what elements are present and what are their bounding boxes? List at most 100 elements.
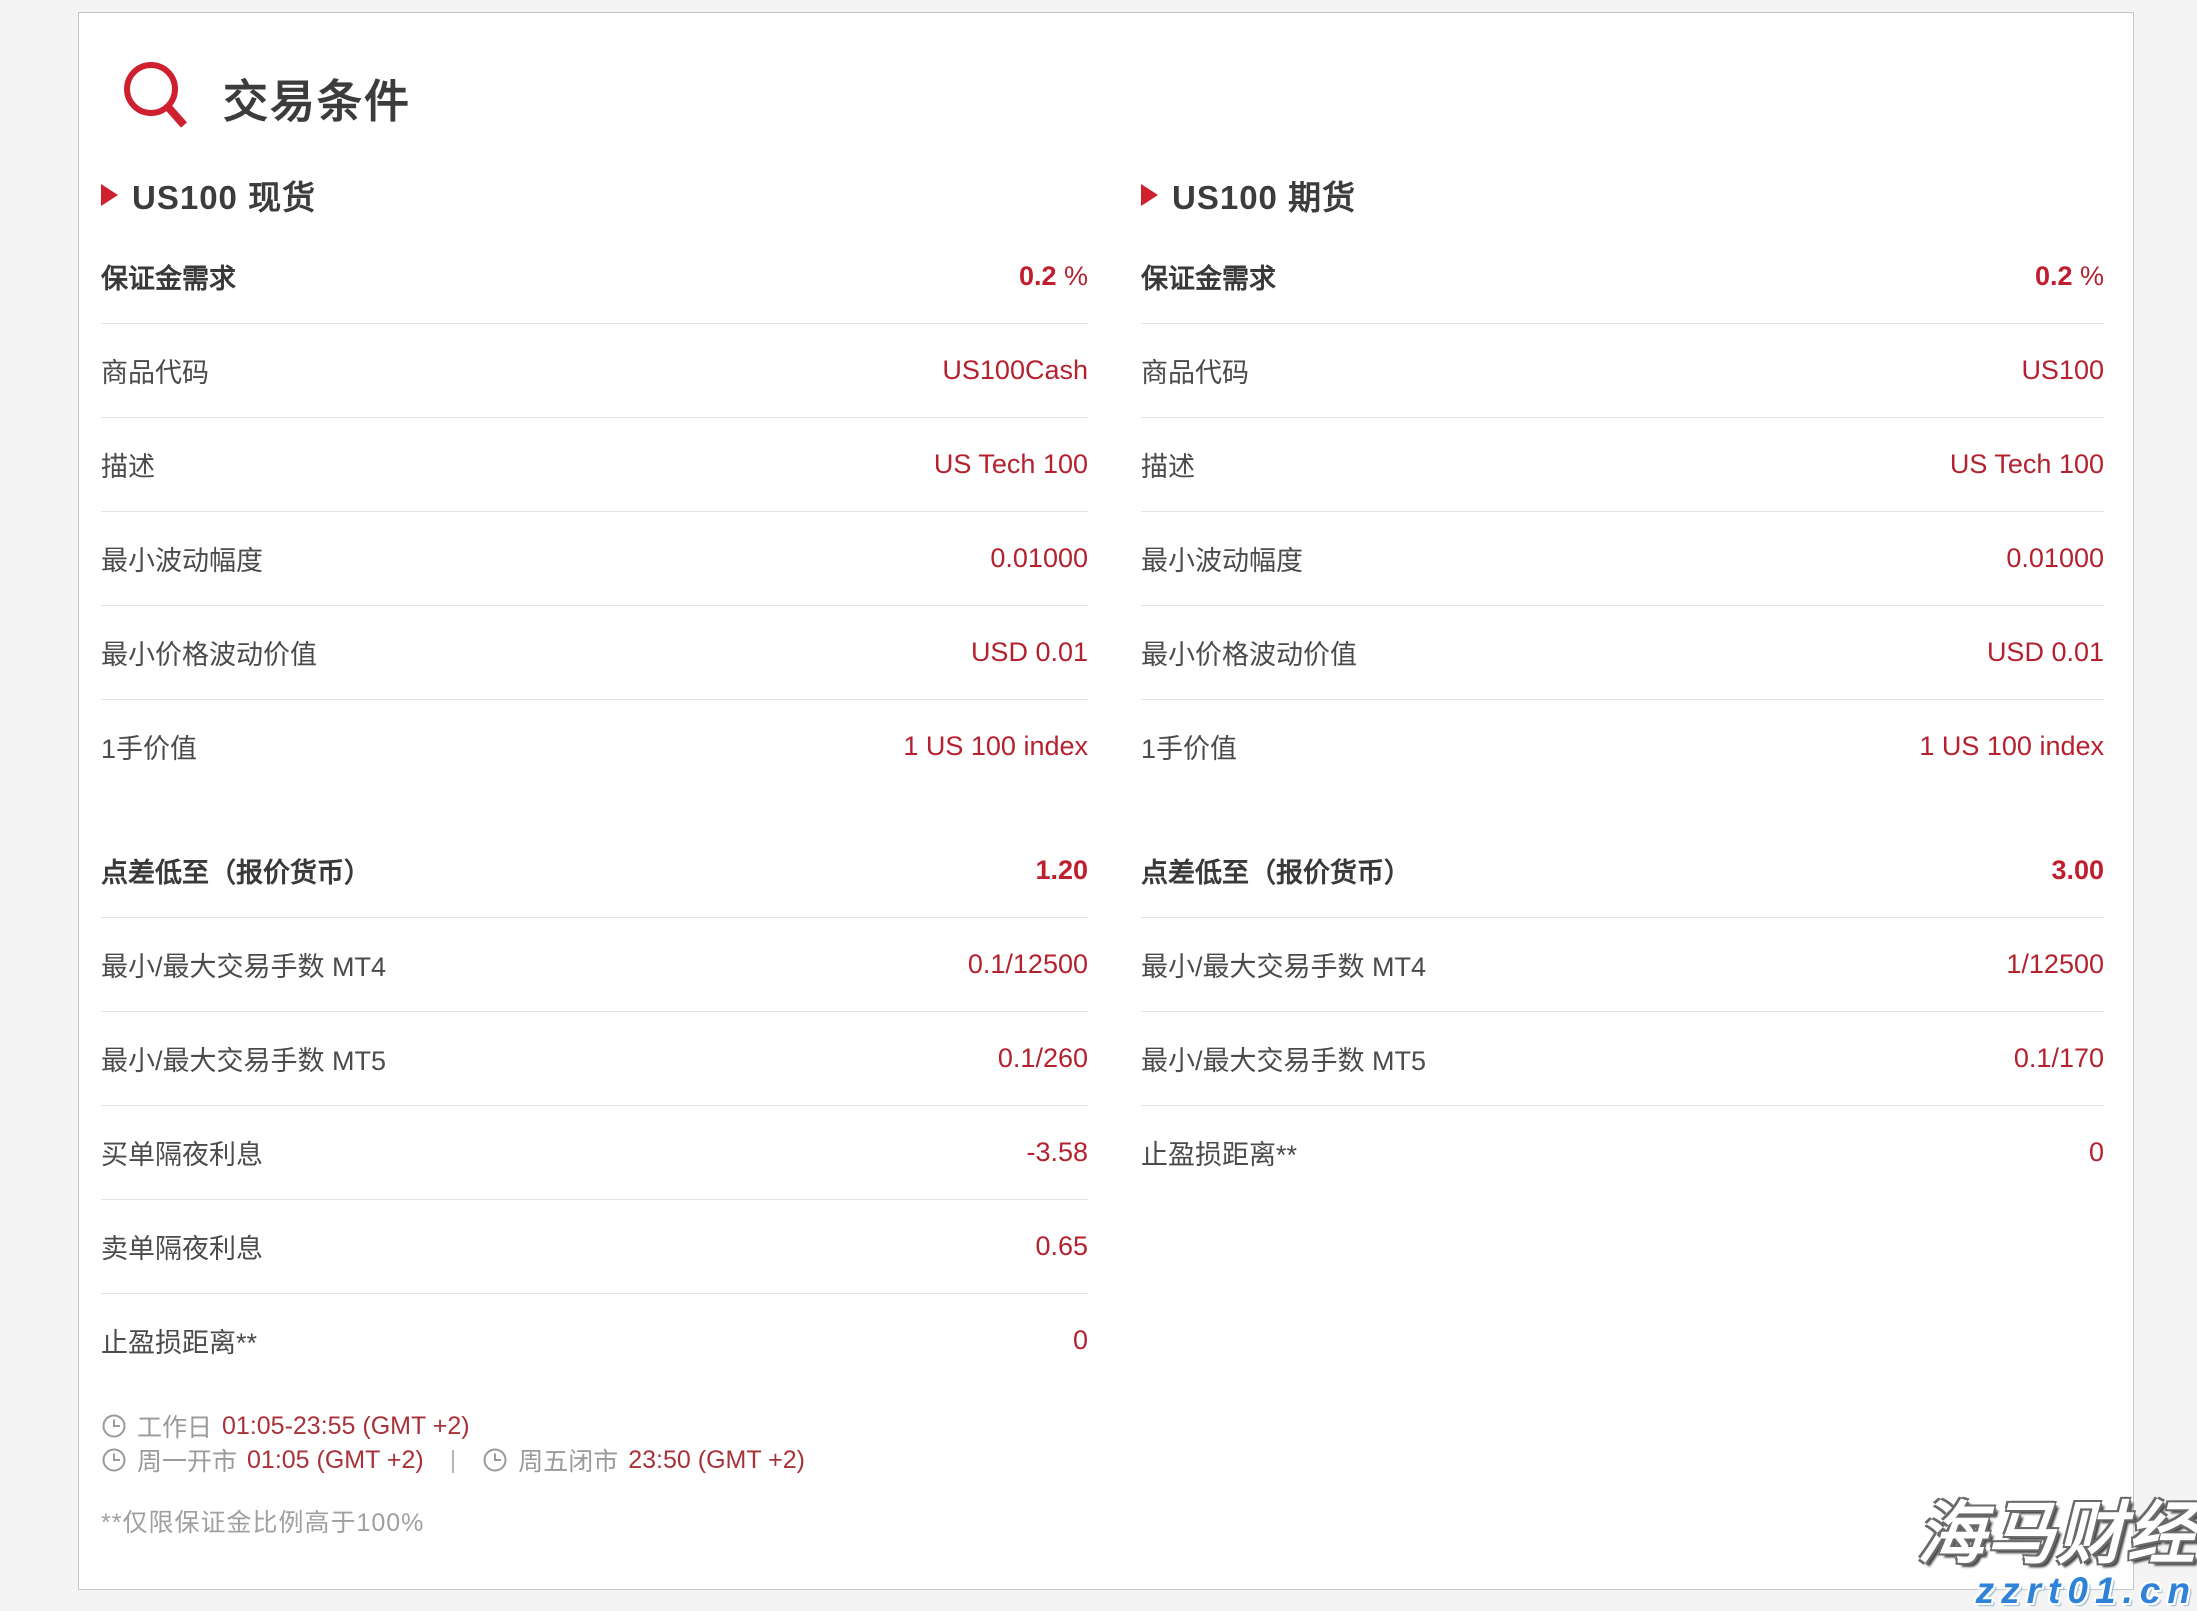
row-value: -3.58 — [1026, 1137, 1088, 1168]
row-value: 0.01000 — [990, 543, 1088, 574]
row-label: 最小价格波动价值 — [1141, 633, 1357, 672]
row-label: 买单隔夜利息 — [101, 1133, 263, 1172]
table-row: 最小价格波动价值 USD 0.01 — [101, 605, 1088, 699]
table-row: 最小波动幅度 0.01000 — [1141, 511, 2104, 605]
instrument-table: US100 期货保证金需求 0.2 % 商品代码US100 描述 US Tech 100… — [1141, 171, 2104, 1387]
trading-conditions-panel: 交易条件 US100 现货保证金需求0.2 %商品代码US100Cash描述US… — [78, 12, 2134, 1590]
row-label: 最小波动幅度 — [1141, 539, 1303, 578]
schedule-lines: 工作日 01:05-23:55 (GMT +2)周一开市 01:05 (GMT +2… — [101, 1409, 2102, 1477]
row-value: 0.65 — [1035, 1231, 1088, 1262]
table-row: 保证金需求 0.2 % — [1141, 229, 2104, 323]
row-value: 0.1/260 — [998, 1043, 1088, 1074]
table-row: 最小/最大交易手数 MT5 0.1/170 — [1141, 1011, 2104, 1105]
table-row: 止盈损距离** 0 — [101, 1293, 1088, 1387]
schedule-line: 工作日 01:05-23:55 (GMT +2) — [101, 1409, 2102, 1443]
row-label: 描述 — [101, 445, 155, 484]
table-row: 描述 US Tech 100 — [1141, 417, 2104, 511]
row-value: 0.1/12500 — [968, 949, 1088, 980]
row-value: 1 US 100 index — [903, 731, 1088, 762]
triangle-right-icon — [1141, 184, 1158, 206]
clock-icon — [482, 1447, 508, 1473]
row-label: 点差低至（报价货币） — [101, 851, 371, 890]
table-row: 点差低至（报价货币） 3.00 — [1141, 823, 2104, 917]
triangle-right-icon — [101, 184, 118, 206]
page-header: 交易条件 — [121, 59, 2102, 135]
row-label: 最小/最大交易手数 MT4 — [1141, 945, 1426, 984]
row-label: 商品代码 — [101, 351, 209, 390]
table-row: 保证金需求 0.2 % — [101, 229, 1088, 323]
row-label: 最小/最大交易手数 MT4 — [101, 945, 386, 984]
row-label: 最小价格波动价值 — [101, 633, 317, 672]
row-label: 止盈损距离** — [1141, 1133, 1297, 1172]
table-row: 买单隔夜利息 -3.58 — [101, 1105, 1088, 1199]
row-value: 0.2 % — [1019, 261, 1088, 292]
schedule-time: 01:05-23:55 (GMT +2) — [222, 1412, 470, 1441]
row-label: 1手价值 — [1141, 727, 1237, 766]
instrument-title: US100 现货 — [132, 171, 316, 219]
table-row: 最小/最大交易手数 MT4 1/12500 — [1141, 917, 2104, 1011]
row-value: US Tech 100 — [1950, 449, 2104, 480]
table-row: 1手价值 1 US 100 index — [1141, 699, 2104, 793]
row-value: 0 — [1073, 1325, 1088, 1356]
watermark-brand: 海马财经 — [1917, 1500, 2197, 1568]
search-icon — [121, 57, 191, 138]
row-value: USD 0.01 — [1987, 637, 2104, 668]
table-row: 商品代码US100 — [1141, 323, 2104, 417]
clock-icon — [101, 1413, 127, 1439]
row-value: 3.00 — [2051, 855, 2104, 886]
instrument-title: US100 期货 — [1172, 171, 1356, 219]
schedule-line: 周一开市 01:05 (GMT +2) | 周五闭市 23:50 (GMT +2) — [101, 1443, 2102, 1477]
table-section: 保证金需求 0.2 % 商品代码 US100Cash 描述 US Tech 100 最小波动… — [101, 229, 1088, 793]
instrument-table: US100 现货保证金需求 0.2 % 商品代码 US100Cash 描述 US Tech… — [101, 171, 1088, 1387]
table-row: 最小/最大交易手数 MT4 0.1/12500 — [101, 917, 1088, 1011]
instrument-header: US100 现货 — [101, 171, 1088, 219]
table-row: 描述 US Tech 100 — [101, 417, 1088, 511]
margin-note: **仅限保证金比例高于100% — [101, 1503, 2102, 1539]
table-row: 最小波动幅度 0.01000 — [101, 511, 1088, 605]
watermark: 海马财经 zzrt01.cn — [1917, 1500, 2197, 1609]
table-section: 点差低至（报价货币）1.20最小/最大交易手数 MT40.1/12500最小/最… — [101, 823, 1088, 1387]
row-label: 保证金需求 — [1141, 257, 1276, 296]
row-label: 点差低至（报价货币） — [1141, 851, 1411, 890]
table-row: 点差低至（报价货币） 1.20 — [101, 823, 1088, 917]
page-title: 交易条件 — [223, 65, 411, 130]
schedule-label: 周一开市 — [137, 1442, 237, 1478]
row-value: 1/12500 — [2006, 949, 2104, 980]
trading-hours-footer: 工作日 01:05-23:55 (GMT +2)周一开市 01:05 (GMT +2… — [101, 1409, 2102, 1539]
watermark-url: zzrt01.cn — [1917, 1572, 2197, 1609]
instrument-header: US100 期货 — [1141, 171, 2104, 219]
value-suffix: % — [2072, 261, 2104, 291]
row-label: 保证金需求 — [101, 257, 236, 296]
table-row: 商品代码 US100Cash — [101, 323, 1088, 417]
row-value: 0.2 % — [2035, 261, 2104, 292]
clock-icon — [101, 1447, 127, 1473]
row-value: 0.01000 — [2006, 543, 2104, 574]
table-row: 卖单隔夜利息 0.65 — [101, 1199, 1088, 1293]
table-row: 止盈损距离** 0 — [1141, 1105, 2104, 1199]
row-label: 卖单隔夜利息 — [101, 1227, 263, 1266]
row-value: USD 0.01 — [971, 637, 1088, 668]
value-suffix: % — [1056, 261, 1088, 291]
row-value: US Tech 100 — [934, 449, 1088, 480]
row-value: US100 — [2021, 355, 2104, 386]
schedule-divider: | — [450, 1446, 457, 1475]
row-label: 止盈损距离** — [101, 1321, 257, 1360]
schedule-time: 23:50 (GMT +2) — [628, 1446, 805, 1475]
row-value: 0 — [2089, 1137, 2104, 1168]
table-row: 1手价值 1 US 100 index — [101, 699, 1088, 793]
row-label: 1手价值 — [101, 727, 197, 766]
row-value: 1.20 — [1035, 855, 1088, 886]
row-value: 1 US 100 index — [1919, 731, 2104, 762]
tables-container: US100 现货保证金需求 0.2 % 商品代码 US100Cash 描述 US Tech… — [101, 171, 2102, 1387]
row-label: 描述 — [1141, 445, 1195, 484]
schedule-label: 工作日 — [137, 1408, 212, 1444]
row-value: 0.1/170 — [2014, 1043, 2104, 1074]
row-label: 最小波动幅度 — [101, 539, 263, 578]
table-row: 最小/最大交易手数 MT5 0.1/260 — [101, 1011, 1088, 1105]
row-label: 最小/最大交易手数 MT5 — [101, 1039, 386, 1078]
schedule-time: 01:05 (GMT +2) — [247, 1446, 424, 1475]
table-row: 最小价格波动价值 USD 0.01 — [1141, 605, 2104, 699]
row-label: 最小/最大交易手数 MT5 — [1141, 1039, 1426, 1078]
row-value: US100Cash — [942, 355, 1088, 386]
schedule-label: 周五闭市 — [518, 1442, 618, 1478]
